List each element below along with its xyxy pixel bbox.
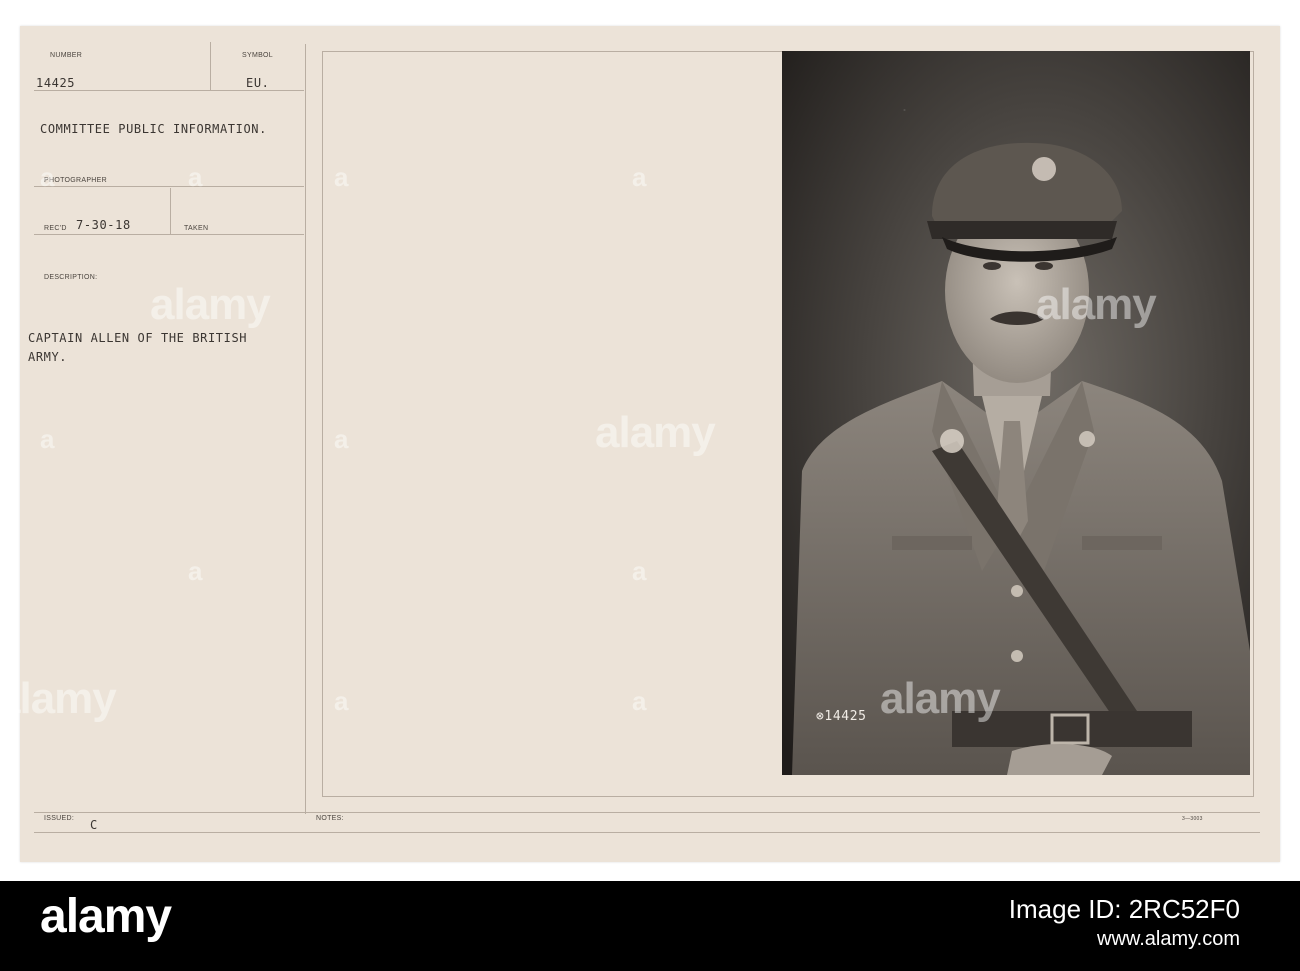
- divider: [305, 44, 306, 814]
- site-url: www.alamy.com: [1097, 928, 1240, 950]
- divider: [34, 832, 1260, 833]
- divider: [210, 42, 211, 90]
- record-number: 14425: [36, 76, 76, 90]
- divider: [34, 812, 1260, 813]
- alamy-logo: alamy: [40, 890, 172, 943]
- issued-label: ISSUED:: [44, 815, 75, 822]
- symbol-label: SYMBOL: [242, 52, 273, 59]
- divider: [34, 90, 304, 91]
- watermark-mark: a: [632, 686, 647, 716]
- watermark-mark: a: [334, 162, 349, 192]
- recd-date: 7-30-18: [76, 218, 131, 232]
- image-id: Image ID: 2RC52F0: [1008, 894, 1240, 924]
- divider: [34, 186, 304, 187]
- watermark-mark: a: [632, 162, 647, 192]
- source-agency: COMMITTEE PUBLIC INFORMATION.: [40, 122, 267, 136]
- archive-record-card: NUMBER 14425 SYMBOL EU. COMMITTEE PUBLIC…: [0, 26, 1280, 862]
- taken-label: TAKEN: [184, 225, 209, 232]
- symbol-value: EU.: [246, 76, 270, 90]
- divider: [34, 234, 304, 235]
- description-line-1: CAPTAIN ALLEN OF THE BRITISH: [28, 331, 248, 345]
- watermark-mark: a: [632, 556, 647, 586]
- description-line-2: ARMY.: [28, 350, 68, 364]
- notes-label: NOTES:: [316, 815, 344, 822]
- description-label: DESCRIPTION:: [44, 274, 98, 281]
- watermark-mark: a: [188, 556, 203, 586]
- watermark-mark: a: [334, 424, 349, 454]
- divider: [170, 188, 171, 234]
- photo-stamp-number: ⊗14425: [816, 709, 867, 724]
- watermark-mark: a: [188, 162, 203, 192]
- portrait-illustration: .: [782, 51, 1250, 775]
- watermark-mark: a: [334, 686, 349, 716]
- watermark-logo: alamy: [150, 280, 271, 329]
- watermark-logo: alamy: [1036, 280, 1157, 329]
- watermark-mark: a: [40, 162, 55, 192]
- recd-label: REC'D: [44, 225, 67, 232]
- form-code: 3—3003: [1182, 816, 1203, 822]
- officer-portrait-photo: .: [782, 51, 1250, 775]
- watermark-logo: alamy: [880, 674, 1001, 723]
- watermark-logo: alamy: [0, 674, 117, 723]
- watermark-mark: a: [40, 424, 55, 454]
- issued-value: C: [90, 818, 98, 832]
- watermark-logo: alamy: [595, 408, 716, 457]
- number-label: NUMBER: [50, 52, 83, 59]
- svg-text:.: .: [902, 95, 907, 115]
